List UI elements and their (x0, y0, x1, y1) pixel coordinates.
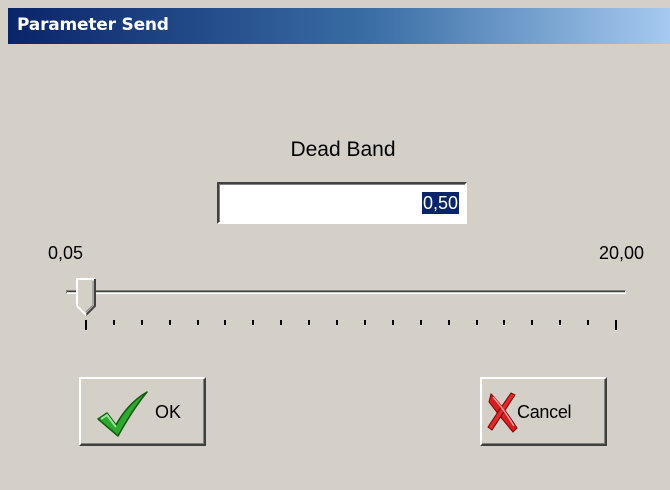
slider-tick (280, 320, 283, 325)
slider-tick (168, 320, 171, 325)
dead-band-input[interactable]: 0,50 (217, 182, 467, 224)
slider-tick (85, 320, 87, 330)
slider-tick (224, 320, 227, 325)
ok-button[interactable]: OK (79, 377, 206, 446)
dead-band-value: 0,50 (421, 192, 459, 214)
slider-tick (112, 320, 115, 325)
slider-ticks (0, 320, 670, 332)
slider-tick (531, 320, 534, 325)
window-title: Parameter Send (17, 15, 169, 35)
slider-tick (140, 320, 143, 325)
red-x-icon (487, 392, 518, 433)
slider-thumb[interactable] (76, 278, 96, 316)
slider-tick (391, 320, 394, 325)
slider-tick (419, 320, 422, 325)
slider-max-label: 20,00 (598, 243, 644, 263)
parameter-send-dialog: Parameter Send Dead Band 0,50 0,05 20,00… (0, 0, 670, 490)
slider-tick (363, 320, 366, 325)
slider-tick (503, 320, 506, 325)
title-bar[interactable]: Parameter Send (8, 8, 670, 44)
cancel-button[interactable]: Cancel (480, 377, 607, 446)
slider-tick (615, 320, 617, 330)
slider-tick (336, 320, 339, 325)
slider-tick (447, 320, 450, 325)
checkmark-icon (97, 391, 148, 437)
slider-tick (252, 320, 255, 325)
slider-min-label: 0,05 (48, 243, 84, 263)
slider-tick (196, 320, 199, 325)
slider-tick (587, 320, 590, 325)
dead-band-label: Dead Band (290, 138, 396, 161)
cancel-button-label: Cancel (517, 402, 572, 422)
slider-track[interactable] (66, 290, 626, 294)
slider-tick (308, 320, 311, 325)
slider-tick (559, 320, 562, 325)
ok-button-label: OK (155, 402, 182, 422)
slider-tick (475, 320, 478, 325)
